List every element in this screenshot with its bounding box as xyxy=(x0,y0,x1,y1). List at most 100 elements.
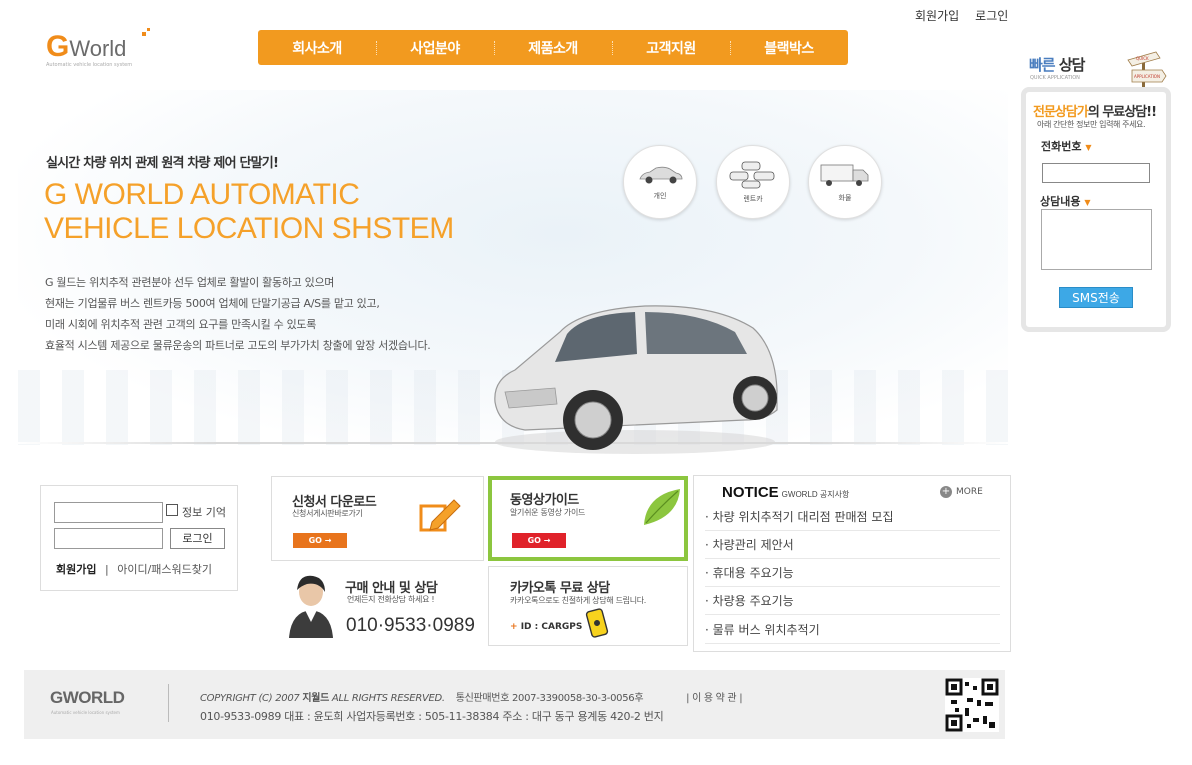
content-label-text: 상담내용 xyxy=(1040,195,1081,208)
category-cargo[interactable]: 화물 xyxy=(808,145,882,219)
copyright-b: 지월드 xyxy=(302,693,330,704)
quick-consult-title: 빠른 상담 xyxy=(1029,54,1086,75)
quick-consult-note: 아래 간단한 정보만 입력해 주세요. xyxy=(1037,120,1146,129)
nav-item-products[interactable]: 제품소개 xyxy=(494,38,612,58)
footer-copyright: COPYRIGHT (C) 2007 지월드 ALL RIGHTS RESERV… xyxy=(200,689,743,704)
quick-title-b: 상담 xyxy=(1058,56,1086,74)
remember-label: 정보 기억 xyxy=(182,506,226,519)
notice-title-text: NOTICE xyxy=(722,484,779,501)
plus-icon: + xyxy=(510,622,518,632)
footer-company-info: 010-9533-0989 대표 : 윤도희 사업자등록번호 : 505-11-… xyxy=(200,710,664,723)
nav-item-company[interactable]: 회사소개 xyxy=(258,38,376,58)
notice-item[interactable]: · 물류 버스 위치추적기 xyxy=(705,616,1000,644)
required-marker: ▼ xyxy=(1084,198,1091,207)
phone-input[interactable] xyxy=(1042,163,1150,183)
top-links: 회원가입 로그인 xyxy=(915,7,1008,24)
hero-headline: G WORLD AUTOMATIC VEHICLE LOCATION SHSTE… xyxy=(44,178,454,246)
sign-bottom-text: APPLICATION xyxy=(1134,74,1160,79)
kakao-id: + ID : CARGPS xyxy=(510,622,582,632)
notice-item[interactable]: · 차량관리 제안서 xyxy=(705,531,1000,559)
consultant-avatar xyxy=(289,575,333,638)
logo-subtitle: Automatic vehicle location system xyxy=(46,62,133,68)
hero-headline-line1: G WORLD AUTOMATIC xyxy=(44,178,360,211)
quick-heading-dark2: 무료상담!! xyxy=(1102,105,1157,120)
userid-input[interactable] xyxy=(54,502,163,523)
password-input[interactable] xyxy=(54,528,163,549)
sedan-icon xyxy=(639,166,683,184)
kakao-title: 카카오톡 무료 상담 xyxy=(510,581,610,596)
quick-heading-dark1: 의 xyxy=(1087,105,1103,120)
quick-consult-heading: 전문상담가의 무료상담!! xyxy=(1033,101,1157,120)
login-button[interactable]: 로그인 xyxy=(170,528,225,549)
nav-item-blackbox[interactable]: 블랙박스 xyxy=(730,38,848,58)
plus-circle-icon: + xyxy=(940,486,952,498)
footer-logo-subtitle: Automatic vehicle location system xyxy=(51,710,120,715)
pencil-edit-icon xyxy=(419,499,461,532)
hero-description: G 월드는 위치추적 관련분야 선두 업체로 활발이 활동하고 있으며 현재는 … xyxy=(45,272,431,356)
join-link[interactable]: 회원가입 xyxy=(915,7,959,24)
required-marker: ▼ xyxy=(1085,143,1092,152)
footer-divider xyxy=(168,684,169,722)
logo-dot xyxy=(142,32,146,36)
hero-desc-line: 미래 시회에 위치추적 관련 고객의 요구를 만족시킬 수 있도록 xyxy=(45,318,317,331)
category-label: 개인 xyxy=(653,192,667,200)
leaf-icon xyxy=(644,489,680,525)
hero-desc-line: G 월드는 위치추적 관련분야 선두 업체로 활발이 활동하고 있으며 xyxy=(45,276,335,289)
hero-car-image xyxy=(494,305,778,454)
telecom-number: 통신판매번호 2007-3390058-30-3-0056후 xyxy=(455,693,644,704)
video-guide-title: 동영상가이드 xyxy=(510,493,579,508)
login-links: 회원가입 | 아이디/패스워드찾기 xyxy=(56,561,212,577)
footer-logo: GWORLD xyxy=(50,688,125,707)
hero-desc-line: 현재는 기업물류 버스 렌트카등 500여 업체에 단말기공급 A/S를 맡고 … xyxy=(45,297,380,310)
category-label: 렌트카 xyxy=(743,195,763,203)
category-personal[interactable]: 개인 xyxy=(623,145,697,219)
kakao-id-text: ID : CARGPS xyxy=(520,622,583,632)
quick-heading-orange: 전문상담가 xyxy=(1033,105,1089,120)
sign-top-text: QUICK xyxy=(1136,56,1149,61)
nav-item-support[interactable]: 고객지원 xyxy=(612,38,730,58)
footer xyxy=(24,670,1005,739)
find-account-link[interactable]: 아이디/패스워드찾기 xyxy=(117,563,212,576)
phone-icon xyxy=(585,608,609,638)
more-label: MORE xyxy=(956,487,983,497)
copyright-c: ALL RIGHTS RESERVED. xyxy=(329,693,445,704)
qr-code-icon xyxy=(945,678,999,732)
terms-link[interactable]: | 이 용 약 관 | xyxy=(686,693,742,704)
notice-title: NOTICE GWORLD 공지사항 xyxy=(722,484,849,501)
logo-g: G xyxy=(46,30,70,63)
sms-send-button[interactable]: SMS전송 xyxy=(1059,287,1133,308)
phone-label-text: 전화번호 xyxy=(1041,140,1082,153)
join-link[interactable]: 회원가입 xyxy=(56,563,96,576)
category-label: 화물 xyxy=(838,194,852,202)
logo[interactable]: GWorld Automatic vehicle location system xyxy=(46,28,150,68)
content-label: 상담내용 ▼ xyxy=(1040,193,1090,209)
logo-word: World xyxy=(69,36,127,61)
quick-title-a: 빠른 xyxy=(1029,56,1056,74)
rentcar-icon xyxy=(729,161,775,189)
quick-consult-subtitle: QUICK APPLICATION xyxy=(1030,75,1080,81)
download-go-button[interactable]: GO → xyxy=(293,533,347,548)
purchase-subtitle: 언제든지 전화상담 하세요 ! xyxy=(347,595,435,604)
purchase-phone[interactable]: 010·9533·0989 xyxy=(346,615,475,637)
truck-icon xyxy=(820,164,869,186)
notice-title-sub: GWORLD 공지사항 xyxy=(781,490,850,499)
logo-dot-small xyxy=(147,28,150,31)
video-guide-subtitle: 알기쉬운 동영상 가이드 xyxy=(510,508,586,517)
notice-more-link[interactable]: + MORE xyxy=(940,486,983,498)
notice-item[interactable]: · 차량 위치추적기 대리점 판매점 모집 xyxy=(705,503,1000,531)
hero-desc-line: 효율적 시스템 제공으로 물류운송의 파트너로 고도의 부가가치 창출에 앞장 … xyxy=(45,339,431,352)
hero-headline-line2: VEHICLE LOCATION SHSTEM xyxy=(44,212,454,245)
notice-item[interactable]: · 차량용 주요기능 xyxy=(705,587,1000,615)
separator: | xyxy=(104,563,109,576)
kakao-subtitle: 카카오톡으로도 친절하게 상담해 드립니다. xyxy=(510,596,647,605)
category-rentcar[interactable]: 렌트카 xyxy=(716,145,790,219)
nav-item-business[interactable]: 사업분야 xyxy=(376,38,494,58)
remember-checkbox[interactable] xyxy=(166,504,178,516)
video-go-button[interactable]: GO → xyxy=(512,533,566,548)
phone-label: 전화번호 ▼ xyxy=(1041,138,1091,154)
login-link[interactable]: 로그인 xyxy=(975,7,1008,24)
content-textarea[interactable] xyxy=(1041,209,1152,270)
notice-item[interactable]: · 휴대용 주요기능 xyxy=(705,559,1000,587)
hero-tagline: 실시간 차량 위치 관제 원격 차량 제어 단말기! xyxy=(46,156,279,171)
download-subtitle: 신청서게시판바로가기 xyxy=(292,509,363,518)
